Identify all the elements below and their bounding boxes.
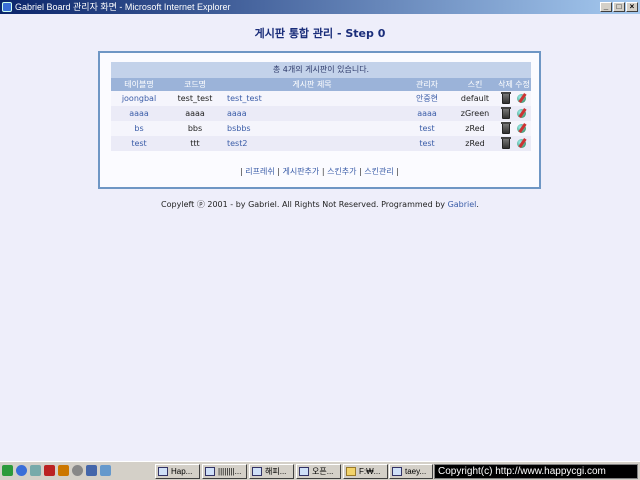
refresh-link[interactable]: 리프레쉬 [245,167,274,176]
edit-icon [517,108,528,119]
manage-skin-link[interactable]: 스킨관리 [364,167,393,176]
table-row: test ttt test2 test zRed [111,136,531,151]
app-icon[interactable] [100,465,111,476]
code-cell: ttt [190,139,200,148]
trash-icon [500,122,511,134]
col-table-name: 테이블명 [124,80,154,89]
skin-cell: zRed [465,124,485,133]
taskbar-button[interactable]: 해피... [249,464,294,479]
code-cell: bbs [187,124,203,133]
board-table: 총 4개의 게시판이 있습니다. 테이블명 코드명 게시판 제목 관리자 스킨 … [111,62,531,151]
ie-icon [2,2,12,12]
taskbar-button[interactable]: taey... [389,464,433,479]
taskbar-button[interactable]: Hap... [155,464,200,479]
edit-icon [517,93,528,104]
app-icon[interactable] [44,465,55,476]
code-cell: test_test [177,94,213,103]
delete-button[interactable] [497,121,514,136]
add-skin-link[interactable]: 스킨추가 [327,167,356,176]
board-count-summary: 총 4개의 게시판이 있습니다. [111,62,531,78]
skin-cell: zRed [465,139,485,148]
col-board-title: 게시판 제목 [292,80,332,89]
board-title-link[interactable]: aaaa [223,106,401,121]
page-title: 게시판 통합 관리 - Step 0 [254,27,386,40]
ie-icon[interactable] [16,465,27,476]
author-link[interactable]: Gabriel [448,200,477,209]
code-cell: aaaa [185,109,205,118]
table-row: bs bbs bsbbs test zRed [111,121,531,136]
admin-menu: | 리프레쉬 | 게시판추가 | 스킨추가 | 스킨관리 | [239,167,399,176]
desktop-icon[interactable] [2,465,13,476]
table-row: joongbal test_test test_test 안중현 default [111,91,531,106]
page-content: 게시판 통합 관리 - Step 0 총 4개의 게시판이 있습니다. 테이블명… [0,14,640,461]
col-edit: 수정 [515,80,530,89]
taskbar-button[interactable]: 오픈... [296,464,341,479]
table-name-link[interactable]: joongbal [111,91,167,106]
taskbar-button[interactable]: F:₩... [343,464,388,479]
table-row: aaaa aaaa aaaa aaaa zGreen [111,106,531,121]
quick-launch [2,465,111,476]
edit-button[interactable] [514,91,531,106]
table-header: 테이블명 코드명 게시판 제목 관리자 스킨 삭제 수정 [111,78,531,91]
table-name-link[interactable]: test [111,136,167,151]
trash-icon [500,137,511,149]
taskbar-button[interactable]: ||||||||... [202,464,247,479]
delete-button[interactable] [497,106,514,121]
edit-icon [517,123,528,134]
col-code: 코드명 [183,80,207,89]
app-icon[interactable] [86,465,97,476]
window-title: Gabriel Board 관리자 화면 - Microsoft Interne… [15,2,231,12]
col-skin: 스킨 [467,80,483,89]
admin-link[interactable]: test [401,136,453,151]
app-icon[interactable] [72,465,83,476]
add-board-link[interactable]: 게시판추가 [282,167,319,176]
explorer-icon[interactable] [30,465,41,476]
board-title-link[interactable]: test_test [223,91,401,106]
col-admin: 관리자 [415,80,439,89]
skin-cell: zGreen [460,109,490,118]
system-tray-text: Copyright(c) http://www.happycgi.com [434,464,638,479]
board-title-link[interactable]: test2 [223,136,401,151]
board-panel: 총 4개의 게시판이 있습니다. 테이블명 코드명 게시판 제목 관리자 스킨 … [98,51,541,189]
skin-cell: default [460,94,490,103]
taskbar: Hap... ||||||||... 해피... 오픈... F:₩... ta… [0,461,640,480]
delete-button[interactable] [497,91,514,106]
edit-icon [517,138,528,149]
footer-end: . [476,200,479,209]
maximize-button[interactable]: □ [613,2,625,12]
board-title-link[interactable]: bsbbs [223,121,401,136]
window-titlebar: Gabriel Board 관리자 화면 - Microsoft Interne… [0,0,640,14]
minimize-button[interactable]: _ [600,2,612,12]
admin-link[interactable]: aaaa [401,106,453,121]
admin-link[interactable]: 안중현 [401,91,453,106]
trash-icon [500,107,511,119]
close-button[interactable]: × [626,2,638,12]
delete-button[interactable] [497,136,514,151]
edit-button[interactable] [514,121,531,136]
edit-button[interactable] [514,136,531,151]
edit-button[interactable] [514,106,531,121]
table-name-link[interactable]: bs [111,121,167,136]
footer-copyright: Copyleft ⓟ 2001 - by Gabriel. All Rights… [0,199,640,210]
col-delete: 삭제 [498,80,513,89]
app-icon[interactable] [58,465,69,476]
table-name-link[interactable]: aaaa [111,106,167,121]
trash-icon [500,92,511,104]
admin-link[interactable]: test [401,121,453,136]
footer-text: Copyleft ⓟ 2001 - by Gabriel. All Rights… [161,200,448,209]
